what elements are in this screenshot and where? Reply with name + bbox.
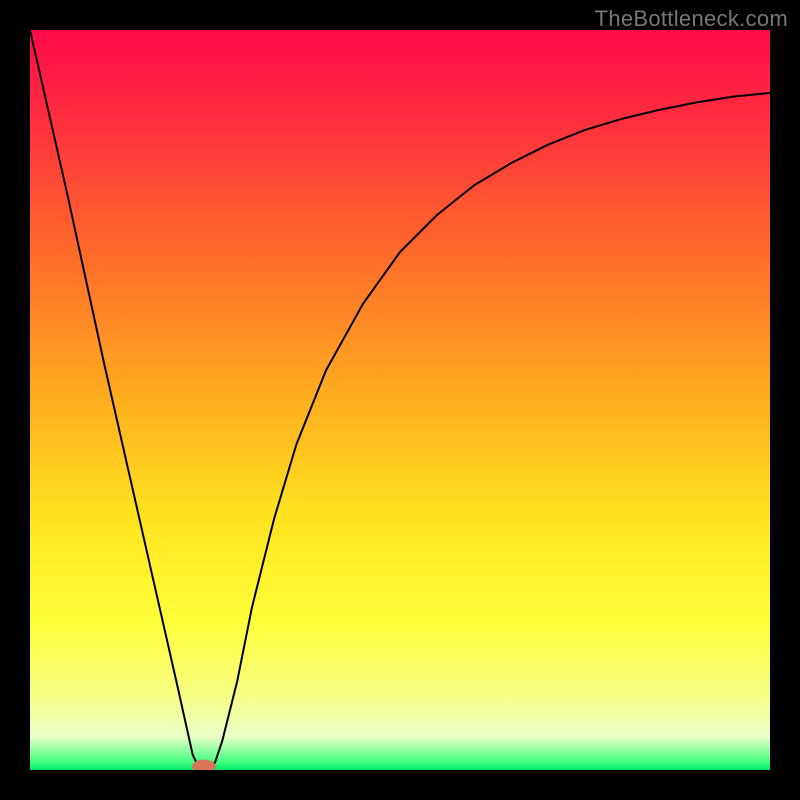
chart-frame [30, 30, 770, 770]
watermark-text: TheBottleneck.com [595, 6, 788, 32]
chart-background [30, 30, 770, 770]
bottleneck-chart [30, 30, 770, 770]
